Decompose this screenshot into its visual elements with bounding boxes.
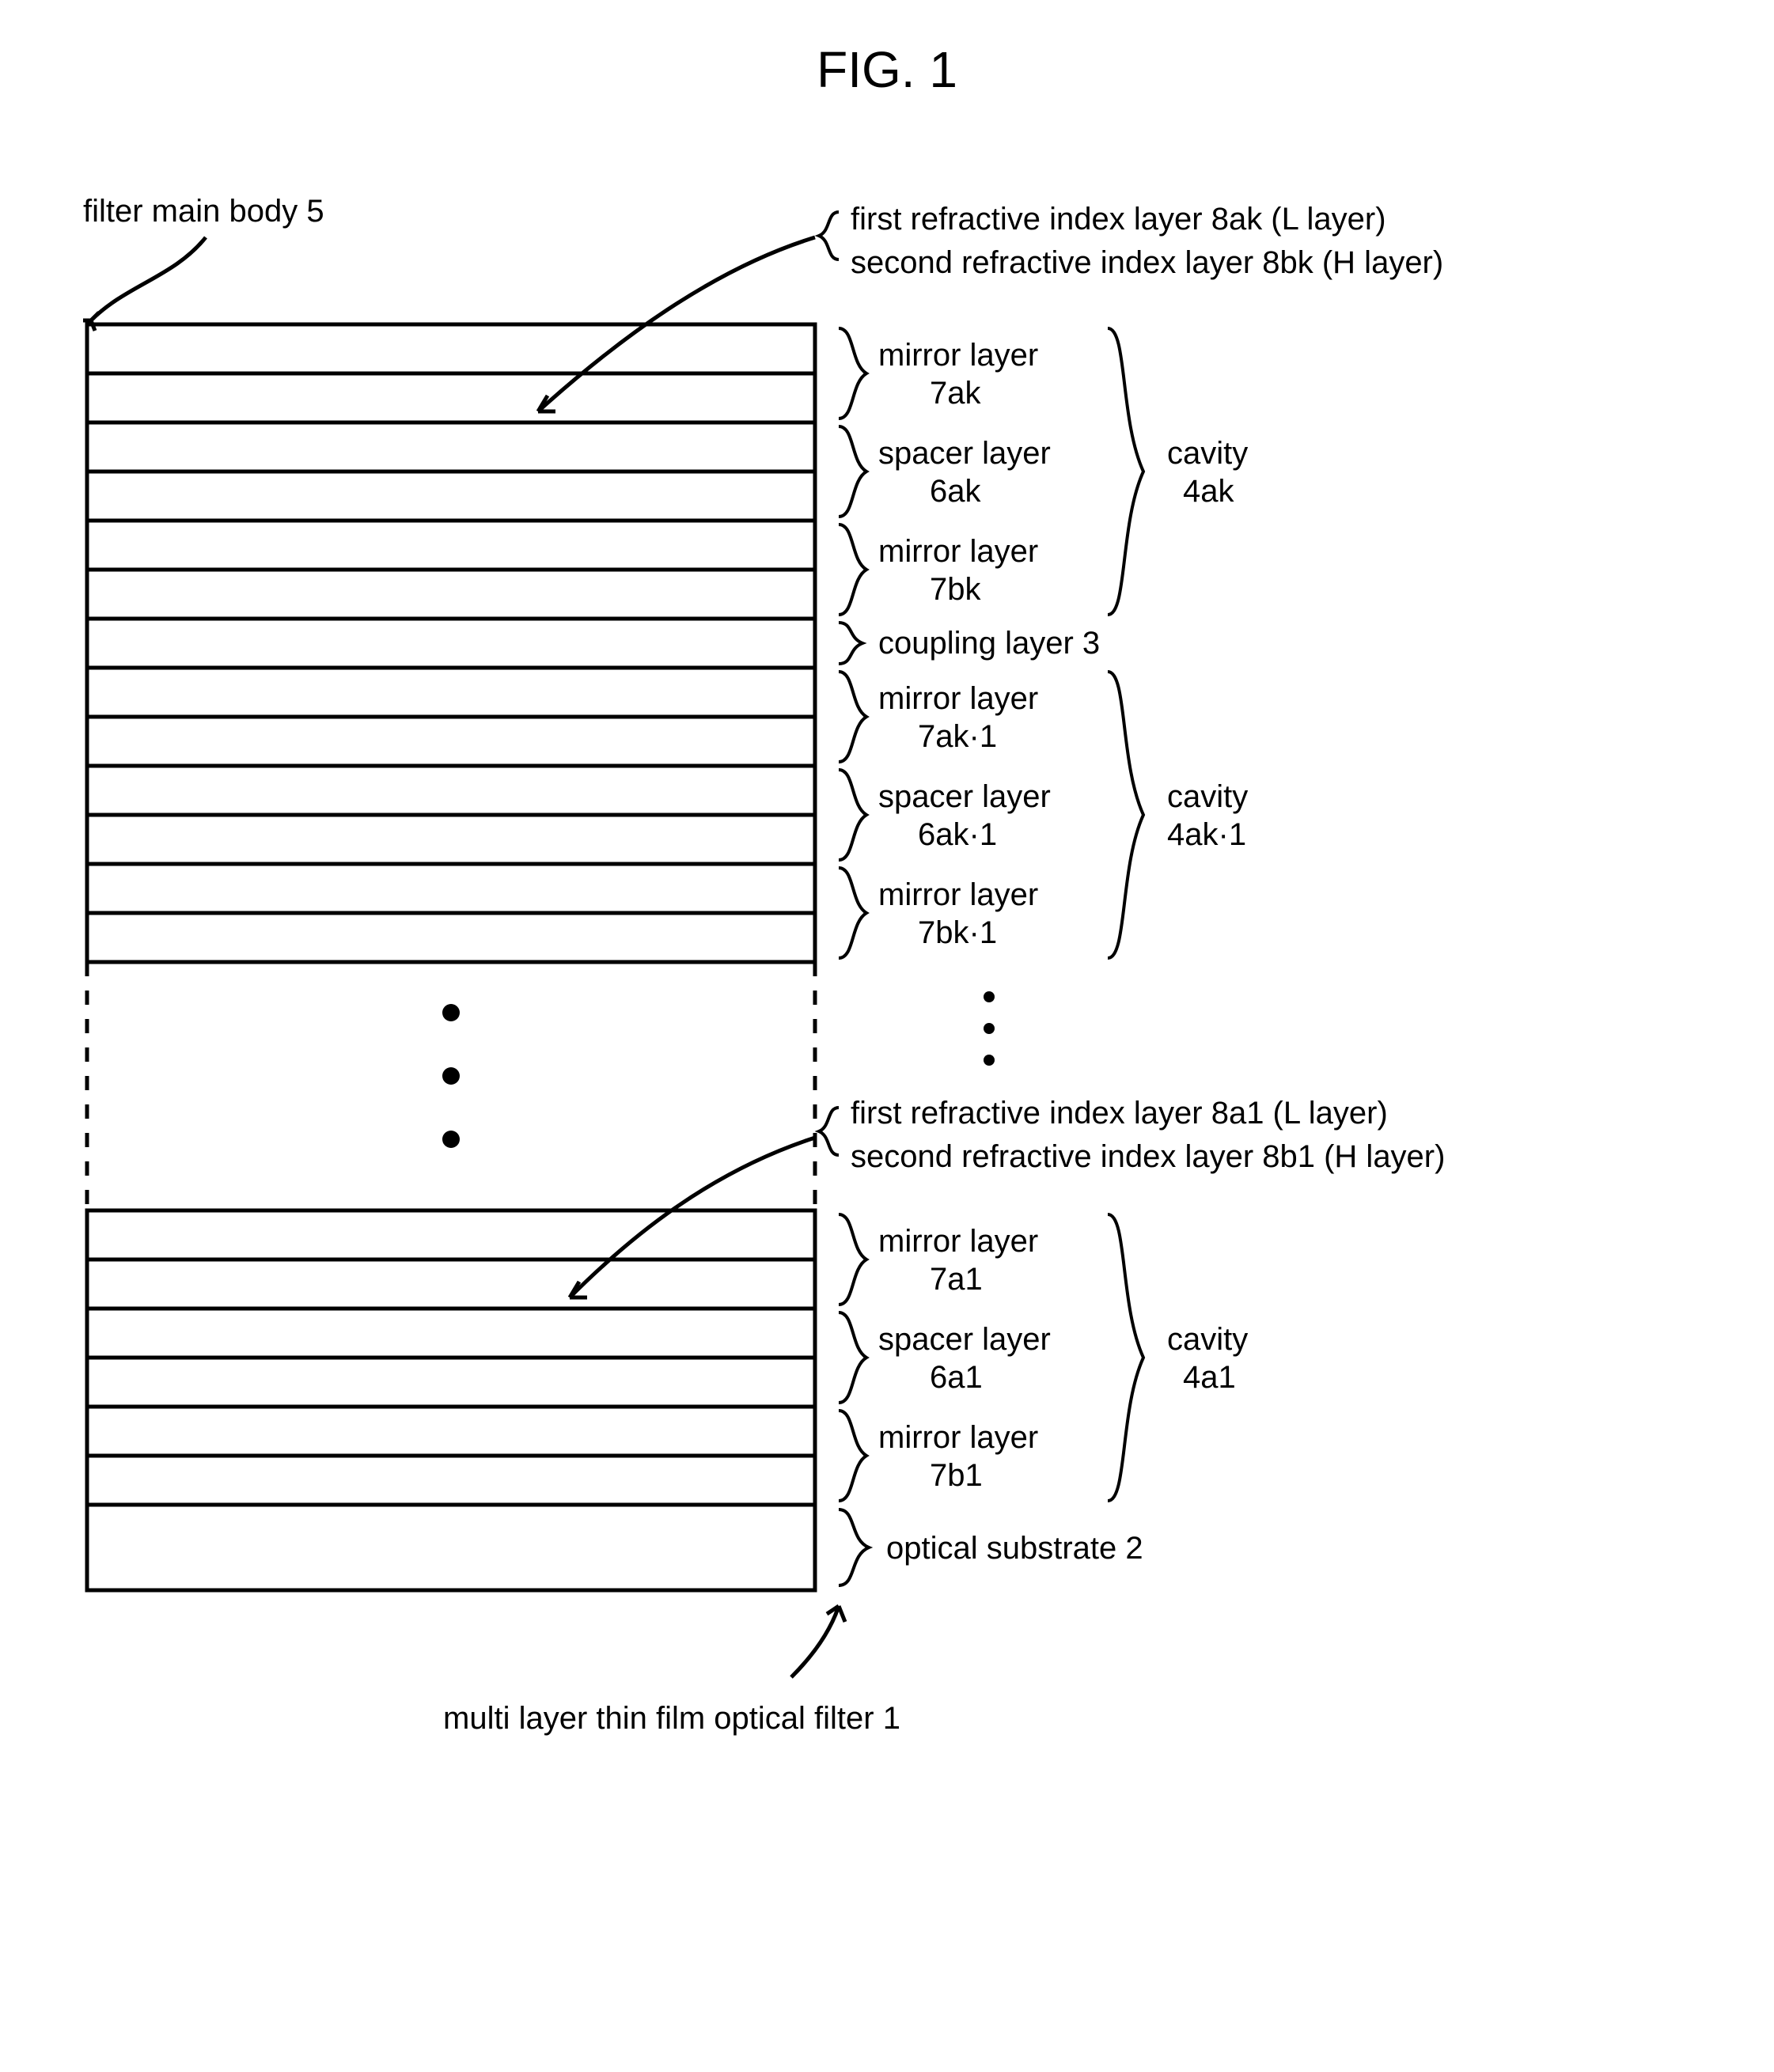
cavity-4ak1 [87,668,815,962]
diagram: FIG. 1 filter main body 5 first refracti… [0,0,1774,2072]
legend-bot-2: second refractive index layer 8b1 (H lay… [851,1139,1445,1174]
brace [839,426,866,517]
ellipsis-dot [442,1131,460,1148]
c3-mirror-top-id: 7a1 [930,1262,983,1297]
ellipsis-dot [442,1067,460,1085]
c3-spacer-id: 6a1 [930,1360,983,1395]
optical-substrate [87,1505,815,1590]
bottom-label: multi layer thin film optical filter 1 [443,1701,900,1736]
c1-spacer-id: 6ak [930,474,981,509]
c1-mirror-bot-id: 7bk [930,572,981,607]
cavity-4ak [87,324,815,619]
filter-body-pointer [91,237,206,320]
c1-cavity: cavity [1167,436,1248,471]
brace-outer [1108,672,1143,958]
c1-mirror-bot: mirror layer [878,534,1038,569]
c3-mirror-top: mirror layer [878,1224,1038,1259]
c3-mirror-bot-id: 7b1 [930,1458,983,1493]
ellipsis-dot [984,991,995,1002]
figure-title: FIG. 1 [817,41,957,98]
legend-bot-arrow [570,1138,815,1297]
c2-cavity-id: 4ak·1 [1167,817,1246,852]
legend-bot-brace [819,1108,839,1155]
brace [839,1313,866,1403]
ellipsis-dot [442,1004,460,1021]
brace [839,1411,866,1501]
legend-top-1: first refractive index layer 8ak (L laye… [851,202,1386,237]
c2-spacer-id: 6ak·1 [918,817,997,852]
c2-mirror-bot-id: 7bk·1 [918,915,997,950]
c2-spacer: spacer layer [878,779,1051,814]
brace [839,672,866,762]
c3-cavity-id: 4a1 [1183,1360,1236,1395]
c3-spacer: spacer layer [878,1322,1051,1357]
ellipsis-dot [984,1023,995,1034]
filter-body-label: filter main body 5 [83,194,324,229]
c2-mirror-top: mirror layer [878,681,1038,716]
substrate-label: optical substrate 2 [886,1531,1143,1566]
brace [839,623,862,664]
brace [839,1214,866,1305]
brace [839,770,866,860]
c2-mirror-top-id: 7ak·1 [918,719,997,754]
arrowhead [839,1606,845,1622]
legend-top-brace [819,212,839,259]
c3-mirror-bot: mirror layer [878,1420,1038,1455]
legend-bot-1: first refractive index layer 8a1 (L laye… [851,1096,1388,1131]
legend-top-2: second refractive index layer 8bk (H lay… [851,245,1443,280]
coupling-label: coupling layer 3 [878,626,1100,661]
brace [839,525,866,615]
bottom-pointer [791,1606,839,1677]
c1-cavity-id: 4ak [1183,474,1234,509]
c1-mirror-top-id: 7ak [930,376,981,411]
c1-mirror-top: mirror layer [878,338,1038,373]
c3-cavity: cavity [1167,1322,1248,1357]
coupling-layer [87,619,815,668]
c2-cavity: cavity [1167,779,1248,814]
ellipsis-dot [984,1055,995,1066]
brace [839,868,866,958]
brace [839,1509,869,1585]
brace [839,328,866,419]
c2-mirror-bot: mirror layer [878,877,1038,912]
cavity-4a1 [87,1210,815,1505]
c1-spacer: spacer layer [878,436,1051,471]
brace-outer [1108,1214,1143,1501]
brace-outer [1108,328,1143,615]
